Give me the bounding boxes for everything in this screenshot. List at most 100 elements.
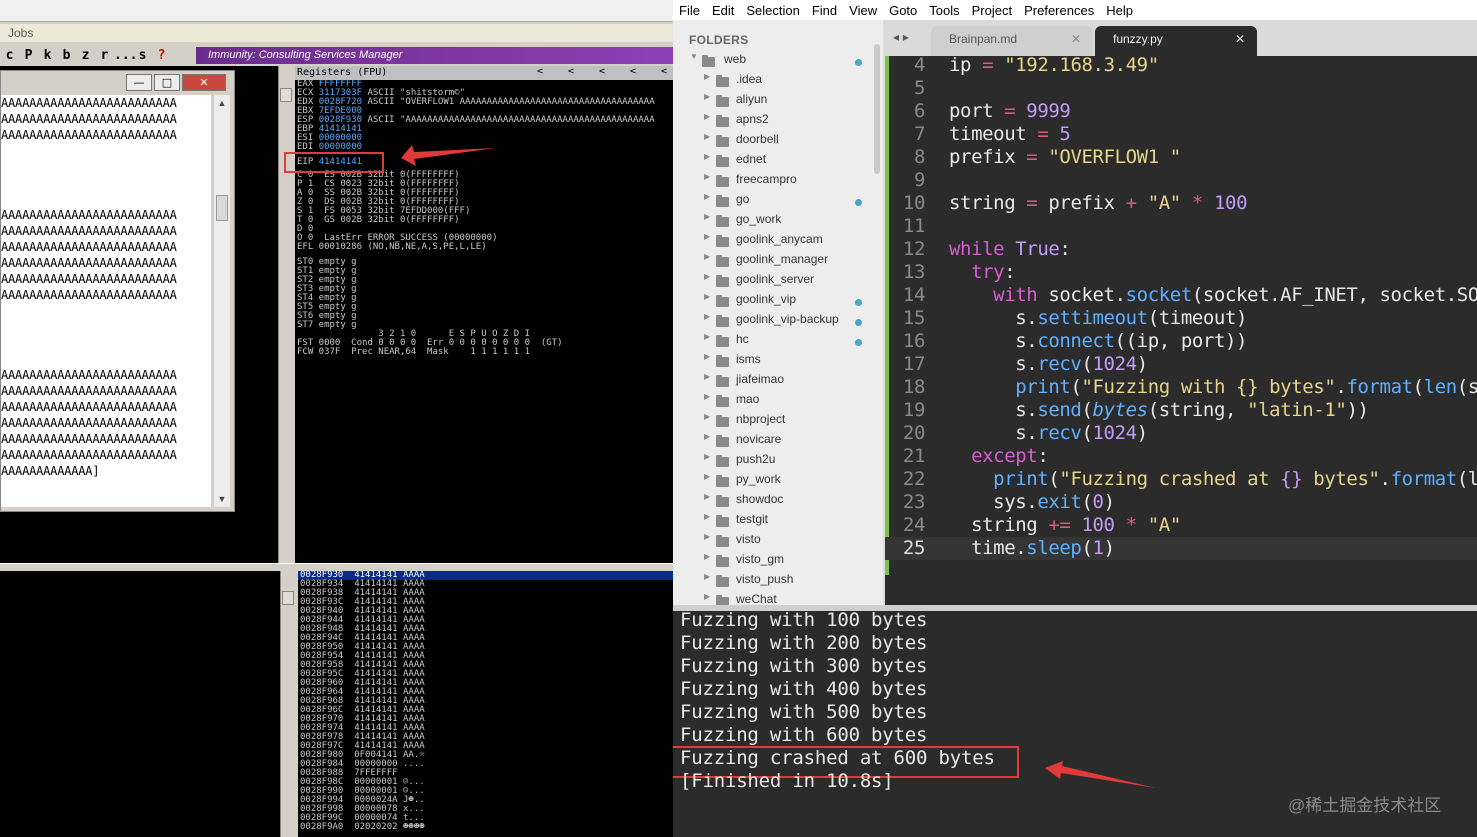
code-line[interactable]: 20 s.recv(1024) [885, 422, 1477, 445]
caret-right-icon[interactable]: ▶ [704, 72, 710, 81]
close-button[interactable]: ✕ [182, 74, 226, 91]
tree-item[interactable]: ▶ isms [673, 352, 883, 372]
toolbar-button[interactable]: b [57, 48, 76, 63]
code-line[interactable]: 14 with socket.socket(socket.AF_INET, so… [885, 284, 1477, 307]
caret-right-icon[interactable]: ▶ [704, 512, 710, 521]
code-line[interactable]: 24 string += 100 * "A" [885, 514, 1477, 537]
code-line[interactable]: 15 s.settimeout(timeout) [885, 307, 1477, 330]
toolbar-button[interactable]: z [76, 48, 95, 63]
tree-item[interactable]: ▶ doorbell [673, 132, 883, 152]
tab-close-icon[interactable]: ✕ [1235, 26, 1245, 52]
toolbar-button[interactable]: ? [152, 48, 171, 63]
tab-scroll-arrows-icon[interactable]: ◂ ▸ [893, 30, 909, 44]
toolbar-button[interactable]: P [19, 48, 38, 63]
tree-item[interactable]: ▶ nbproject [673, 412, 883, 432]
stack-row[interactable]: 0028F9A0 02020202 ☻☻☻☻ [298, 823, 673, 832]
toolbar-button[interactable]: s [133, 48, 152, 63]
tree-item[interactable]: ▶ hc [673, 332, 883, 352]
toolbar-button[interactable]: c [0, 48, 19, 63]
code-line[interactable]: 8 prefix = "OVERFLOW1 " [885, 146, 1477, 169]
tree-item[interactable]: ▶ goolink_vip [673, 292, 883, 312]
menu-item[interactable]: Help [1106, 3, 1133, 18]
scroll-thumb[interactable] [216, 195, 228, 221]
menu-item[interactable]: Goto [889, 3, 917, 18]
tree-item[interactable]: ▶ visto_gm [673, 552, 883, 572]
code-line[interactable]: 22 print("Fuzzing crashed at {} bytes".f… [885, 468, 1477, 491]
caret-right-icon[interactable]: ▶ [704, 152, 710, 161]
caret-right-icon[interactable]: ▶ [704, 272, 710, 281]
caret-right-icon[interactable]: ▶ [704, 252, 710, 261]
caret-right-icon[interactable]: ▶ [704, 172, 710, 181]
caret-right-icon[interactable]: ▶ [704, 92, 710, 101]
maximize-button[interactable]: □ [154, 74, 180, 91]
code-line[interactable]: 18 print("Fuzzing with {} bytes".format(… [885, 376, 1477, 399]
tree-item[interactable]: ▶ freecampro [673, 172, 883, 192]
minimize-button[interactable]: — [126, 74, 152, 91]
caret-right-icon[interactable]: ▶ [704, 292, 710, 301]
caret-right-icon[interactable]: ▶ [704, 412, 710, 421]
caret-right-icon[interactable]: ▶ [704, 532, 710, 541]
registers-nav-arrow-icon[interactable]: < [630, 66, 636, 77]
code-line[interactable]: 23 sys.exit(0) [885, 491, 1477, 514]
code-line[interactable]: 4 ip = "192.168.3.49" [885, 56, 1477, 77]
tree-item[interactable]: ▶ mao [673, 392, 883, 412]
cpu-scrollbar[interactable]: ▲ ▼ [213, 95, 230, 507]
tree-item[interactable]: ▶ go [673, 192, 883, 212]
tree-item[interactable]: ▶ apns2 [673, 112, 883, 132]
code-editor[interactable]: 4 ip = "192.168.3.49" 5 6 port = 9999 7 timeou… [885, 56, 1477, 605]
toolbar-button[interactable]: k [38, 48, 57, 63]
tree-item[interactable]: ▶ jiafeimao [673, 372, 883, 392]
caret-right-icon[interactable]: ▶ [704, 332, 710, 341]
tree-item[interactable]: ▶ goolink_anycam [673, 232, 883, 252]
toolbar-button[interactable]: ... [114, 48, 137, 63]
tab-funzzy[interactable]: funzzy.py ✕ [1095, 26, 1257, 56]
menu-item[interactable]: View [849, 3, 877, 18]
code-line[interactable]: 7 timeout = 5 [885, 123, 1477, 146]
scroll-thumb[interactable] [282, 591, 294, 605]
tree-item[interactable]: ▶ ednet [673, 152, 883, 172]
caret-right-icon[interactable]: ▶ [704, 472, 710, 481]
code-line[interactable]: 5 [885, 77, 1477, 100]
menu-item[interactable]: Selection [746, 3, 799, 18]
tree-item[interactable]: ▶ goolink_vip-backup [673, 312, 883, 332]
tab-close-icon[interactable]: ✕ [1071, 26, 1081, 52]
tree-item[interactable]: ▶ goolink_server [673, 272, 883, 292]
menu-item[interactable]: Project [972, 3, 1012, 18]
code-line[interactable]: 21 except: [885, 445, 1477, 468]
tree-item[interactable]: ▶ push2u [673, 452, 883, 472]
caret-right-icon[interactable]: ▶ [704, 432, 710, 441]
menu-item[interactable]: Edit [712, 3, 734, 18]
code-line[interactable]: 10 string = prefix + "A" * 100 [885, 192, 1477, 215]
tree-item[interactable]: ▶ showdoc [673, 492, 883, 512]
pane-splitter[interactable] [0, 563, 673, 571]
caret-right-icon[interactable]: ▶ [704, 132, 710, 141]
caret-right-icon[interactable]: ▶ [704, 232, 710, 241]
code-line[interactable]: 9 [885, 169, 1477, 192]
menu-item[interactable]: Preferences [1024, 3, 1094, 18]
tree-root-web[interactable]: ▼ web [673, 52, 883, 72]
tree-item[interactable]: ▶ aliyun [673, 92, 883, 112]
menu-jobs[interactable]: Jobs [8, 26, 33, 40]
registers-nav-arrow-icon[interactable]: < [568, 66, 574, 77]
menu-item[interactable]: Tools [929, 3, 959, 18]
hex-dump-scrollbar[interactable] [280, 571, 296, 837]
code-line[interactable]: 13 try: [885, 261, 1477, 284]
tree-item[interactable]: ▶ weChat [673, 592, 883, 605]
code-line[interactable]: 16 s.connect((ip, port)) [885, 330, 1477, 353]
caret-right-icon[interactable]: ▶ [704, 452, 710, 461]
scroll-down-icon[interactable]: ▼ [214, 491, 230, 507]
sidebar-scrollbar[interactable] [874, 44, 880, 174]
code-line[interactable]: 6 port = 9999 [885, 100, 1477, 123]
editor-horizontal-scroll[interactable] [885, 575, 1477, 605]
tab-brainpan[interactable]: Brainpan.md ✕ [931, 26, 1093, 56]
caret-right-icon[interactable]: ▶ [704, 492, 710, 501]
registers-nav-arrow-icon[interactable]: < [661, 66, 667, 77]
code-line[interactable]: 12 while True: [885, 238, 1477, 261]
cpu-subwindow-titlebar[interactable]: — □ ✕ [1, 71, 234, 95]
menu-item[interactable]: File [679, 3, 700, 18]
tree-item[interactable]: ▶ py_work [673, 472, 883, 492]
tree-item[interactable]: ▶ visto_push [673, 572, 883, 592]
dump-scrollbar[interactable] [278, 66, 292, 563]
menu-item[interactable]: Find [812, 3, 837, 18]
caret-right-icon[interactable]: ▶ [704, 392, 710, 401]
